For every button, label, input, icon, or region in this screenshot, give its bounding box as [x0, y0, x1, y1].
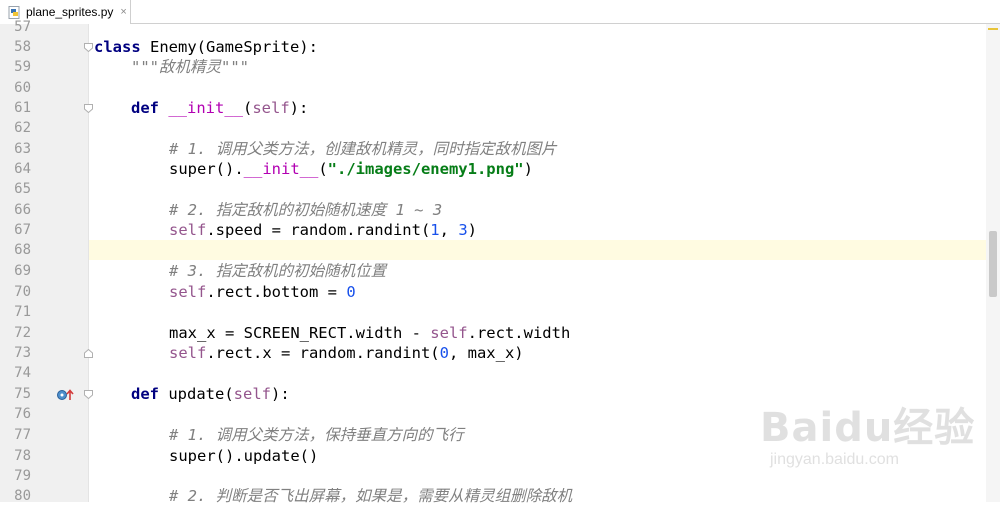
line-number: 73 [14, 345, 31, 361]
line-number: 61 [14, 100, 31, 116]
code-line-70[interactable]: self.rect.bottom = 0 [169, 282, 356, 302]
line-number: 58 [14, 39, 31, 55]
fold-collapse-icon[interactable] [84, 104, 93, 113]
code-line-69[interactable]: # 3. 指定敌机的初始随机位置 [169, 261, 386, 281]
code-line-63[interactable]: # 1. 调用父类方法，创建敌机精灵，同时指定敌机图片 [169, 139, 557, 159]
watermark-url: jingyan.baidu.com [770, 451, 899, 468]
baidu-watermark: Baidu经验 jingyan.baidu.com [760, 395, 990, 485]
fold-collapse-icon[interactable] [84, 43, 93, 52]
code-line-72[interactable]: max_x = SCREEN_RECT.width - self.rect.wi… [169, 323, 570, 343]
line-number: 72 [14, 325, 31, 341]
line-number: 75 [14, 386, 31, 402]
code-line-58[interactable]: class Enemy(GameSprite): [94, 37, 318, 57]
line-number: 79 [14, 468, 31, 484]
line-number: 60 [14, 80, 31, 96]
fold-collapse-icon[interactable] [84, 390, 93, 399]
code-line-64[interactable]: super().__init__("./images/enemy1.png") [169, 159, 533, 179]
line-number: 71 [14, 304, 31, 320]
line-number: 76 [14, 406, 31, 422]
line-number: 67 [14, 222, 31, 238]
line-number: 62 [14, 120, 31, 136]
tab-label: plane_sprites.py [26, 5, 114, 19]
close-icon[interactable]: × [120, 6, 126, 18]
line-number: 77 [14, 427, 31, 443]
override-method-icon[interactable] [56, 388, 74, 402]
code-line-59[interactable]: """敌机精灵""" [131, 57, 249, 77]
fold-end-icon[interactable] [84, 349, 93, 358]
scroll-marker [988, 28, 998, 30]
scrollbar-thumb[interactable] [989, 231, 997, 297]
line-number: 70 [14, 284, 31, 300]
line-number: 59 [14, 59, 31, 75]
code-line-61[interactable]: def __init__(self): [131, 98, 308, 118]
code-line-75[interactable]: def update(self): [131, 384, 290, 404]
watermark-brand: Baidu经验 [760, 405, 976, 451]
editor-tab-bar: plane_sprites.py × [0, 0, 1000, 24]
line-number: 78 [14, 448, 31, 464]
line-number: 66 [14, 202, 31, 218]
line-number: 65 [14, 181, 31, 197]
line-number: 68 [14, 242, 31, 258]
line-number: 69 [14, 263, 31, 279]
line-number: 63 [14, 141, 31, 157]
code-line-66[interactable]: # 2. 指定敌机的初始随机速度 1 ~ 3 [169, 200, 442, 220]
code-line-67[interactable]: self.speed = random.randint(1, 3) [169, 220, 477, 240]
line-number: 80 [14, 488, 31, 504]
line-number: 64 [14, 161, 31, 177]
code-line-80[interactable]: # 2. 判断是否飞出屏幕，如果是，需要从精灵组删除敌机 [169, 486, 572, 506]
line-number: 57 [14, 19, 31, 35]
current-line-highlight [89, 240, 987, 260]
code-line-78[interactable]: super().update() [169, 446, 318, 466]
line-number: 74 [14, 365, 31, 381]
code-line-73[interactable]: self.rect.x = random.randint(0, max_x) [169, 343, 524, 363]
code-line-77[interactable]: # 1. 调用父类方法，保持垂直方向的飞行 [169, 425, 464, 445]
